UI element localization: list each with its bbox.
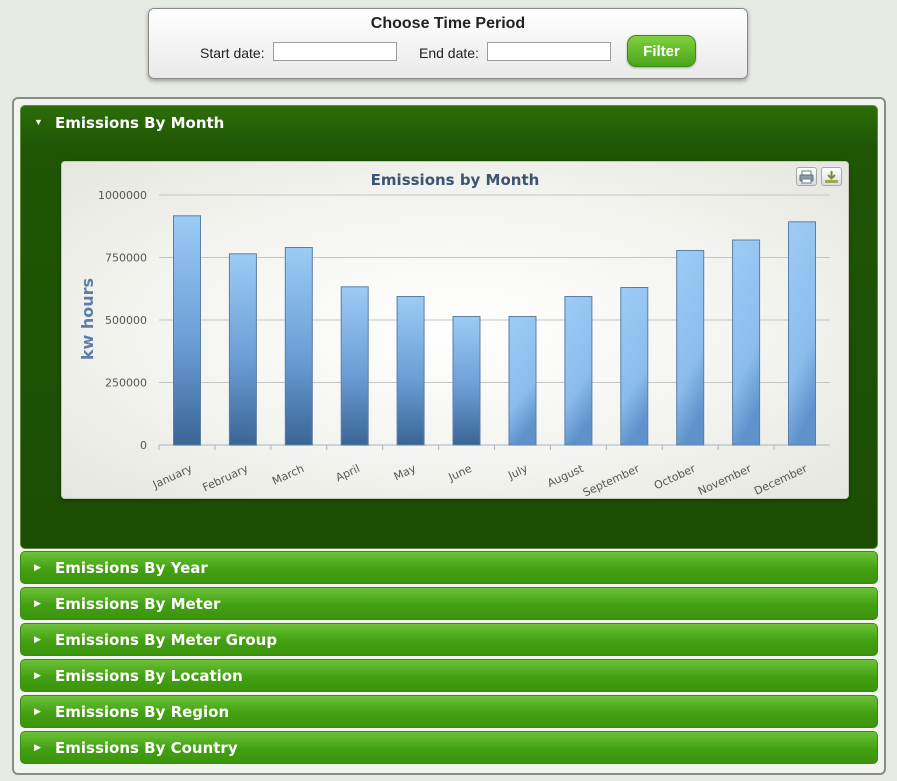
caret-right-icon: ▶ xyxy=(34,706,41,716)
y-tick-label: 500000 xyxy=(105,314,147,327)
bar-february[interactable] xyxy=(228,253,257,446)
y-tick-label: 1000000 xyxy=(98,189,147,202)
accordion-label-location: Emissions By Location xyxy=(55,667,243,685)
accordion-header-location[interactable]: ▶ Emissions By Location xyxy=(20,659,878,692)
start-date-input[interactable] xyxy=(273,42,397,61)
filter-title: Choose Time Period xyxy=(370,15,526,32)
caret-down-icon: ▼ xyxy=(34,117,43,127)
end-date-input[interactable] xyxy=(487,42,611,61)
bar-april[interactable] xyxy=(340,286,369,446)
accordion-header-region[interactable]: ▶ Emissions By Region xyxy=(20,695,878,728)
caret-right-icon: ▶ xyxy=(34,562,41,572)
y-tick-label: 0 xyxy=(140,439,147,452)
report-accordion: ▼ Emissions By Month Emissions by Month xyxy=(12,97,886,775)
chart-plot: 1000000 750000 500000 250000 0 January Februa… xyxy=(78,189,830,498)
end-date-label: End date: xyxy=(419,45,479,61)
bar-december[interactable] xyxy=(788,221,816,446)
accordion-header-meter-group[interactable]: ▶ Emissions By Meter Group xyxy=(20,623,878,656)
x-tick-label: May xyxy=(392,462,419,484)
start-date-label: Start date: xyxy=(200,45,265,61)
caret-right-icon: ▶ xyxy=(34,598,41,608)
accordion-label-year: Emissions By Year xyxy=(55,559,208,577)
accordion-header-year[interactable]: ▶ Emissions By Year xyxy=(20,551,878,584)
x-tick-label: November xyxy=(696,462,754,498)
y-axis-label: kw hours xyxy=(78,278,97,360)
accordion-label-country: Emissions By Country xyxy=(55,739,238,757)
bar-january[interactable] xyxy=(173,215,201,446)
y-tick-label: 250000 xyxy=(105,377,147,390)
bar-september[interactable] xyxy=(620,287,649,446)
x-tick-label: October xyxy=(652,462,698,493)
x-tick-label: December xyxy=(752,462,810,498)
caret-right-icon: ▶ xyxy=(34,634,41,644)
x-tick-label: February xyxy=(200,462,250,495)
bar-june[interactable] xyxy=(452,316,481,446)
bar-march[interactable] xyxy=(284,247,313,446)
accordion-label-meter: Emissions By Meter xyxy=(55,595,221,613)
x-tick-label: January xyxy=(150,462,195,492)
bar-october[interactable] xyxy=(676,250,705,446)
x-tick-label: September xyxy=(581,462,642,498)
x-tick-label: June xyxy=(446,462,474,484)
x-tick-label: March xyxy=(270,462,306,488)
accordion-section-month: ▼ Emissions By Month Emissions by Month xyxy=(20,105,878,549)
filter-panel: Choose Time Period Start date: End date:… xyxy=(148,8,748,79)
x-tick-label: July xyxy=(505,462,530,483)
bar-may[interactable] xyxy=(396,296,425,446)
y-tick-label: 750000 xyxy=(105,252,147,265)
caret-right-icon: ▶ xyxy=(34,670,41,680)
accordion-label-month: Emissions By Month xyxy=(55,114,225,132)
bar-november[interactable] xyxy=(732,239,761,446)
accordion-label-region: Emissions By Region xyxy=(55,703,230,721)
x-tick-label: August xyxy=(545,462,586,490)
accordion-label-meter-group: Emissions By Meter Group xyxy=(55,631,278,649)
caret-right-icon: ▶ xyxy=(34,742,41,752)
x-tick-label: April xyxy=(334,462,362,484)
accordion-header-month[interactable]: ▼ Emissions By Month xyxy=(21,106,877,140)
accordion-header-country[interactable]: ▶ Emissions By Country xyxy=(20,731,878,764)
emissions-chart: Emissions by Month 1000000 750000 500000… xyxy=(61,161,849,499)
accordion-header-meter[interactable]: ▶ Emissions By Meter xyxy=(20,587,878,620)
bar-august[interactable] xyxy=(564,296,593,446)
filter-button[interactable]: Filter xyxy=(627,35,696,67)
bar-july[interactable] xyxy=(508,316,537,446)
